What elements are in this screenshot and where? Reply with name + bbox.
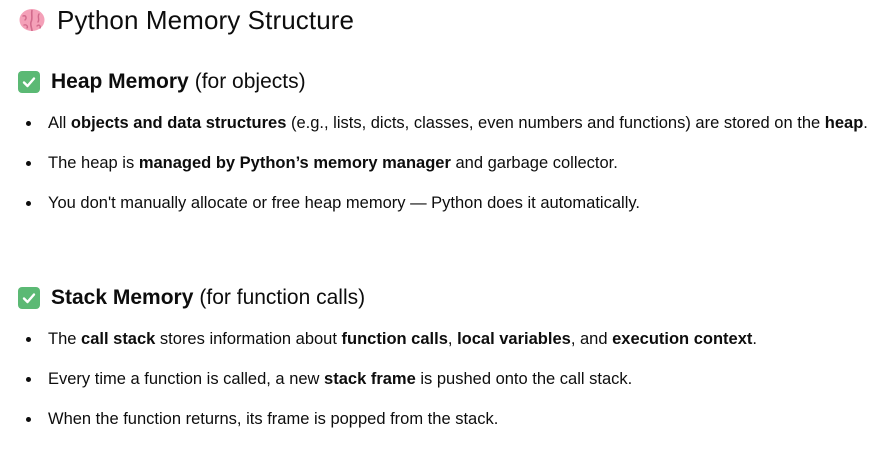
text: (e.g., lists, dicts, classes, even numbe… <box>286 114 825 132</box>
page-title-text: Python Memory Structure <box>57 4 355 35</box>
text: , and <box>570 330 613 348</box>
section-heading-rest: (for objects) <box>194 70 306 93</box>
text: and garbage collector. <box>450 154 618 172</box>
bold-text: stack frame <box>324 370 416 388</box>
page-title: Python Memory Structure <box>18 2 354 38</box>
bold-text: objects and data structures <box>70 114 287 132</box>
brain-icon <box>19 9 45 32</box>
bold-text: function calls <box>341 330 448 348</box>
section-heading-bold: Stack Memory <box>51 286 194 309</box>
list-item: All objects and data structures (e.g., l… <box>0 108 893 139</box>
text: , <box>447 330 458 348</box>
list-item: When the function returns, its frame is … <box>0 404 893 435</box>
text: The <box>48 330 82 348</box>
document: Python Memory Structure Heap Memory (for… <box>0 0 893 452</box>
section-heading-stack: Stack Memory (for function calls) <box>18 283 365 313</box>
text: Every time a function is called, a new <box>48 370 325 388</box>
list-item: The heap is managed by Python’s memory m… <box>0 148 893 179</box>
text: When the function returns, its frame is … <box>48 410 499 428</box>
check-mark-button-icon <box>18 71 40 93</box>
text: . <box>863 114 868 132</box>
text: is pushed onto the call stack. <box>415 370 633 388</box>
bold-text: call stack <box>81 330 156 348</box>
check-mark-button-icon <box>18 287 40 309</box>
list-item: The call stack stores information about … <box>0 324 893 355</box>
text: The heap is <box>48 154 139 172</box>
text: . <box>752 330 757 348</box>
text: You don't manually allocate or free heap… <box>48 194 640 212</box>
bold-text: execution context <box>612 330 753 348</box>
section-heading-heap: Heap Memory (for objects) <box>18 67 306 97</box>
heap-bullet-list: All objects and data structures (e.g., l… <box>0 108 893 219</box>
section-heading-bold: Heap Memory <box>51 70 189 93</box>
bold-text: managed by Python’s memory manager <box>138 154 451 172</box>
stack-bullet-list: The call stack stores information about … <box>0 324 893 435</box>
section-heading-rest: (for function calls) <box>199 286 366 309</box>
bold-text: local variables <box>457 330 571 348</box>
list-item: Every time a function is called, a new s… <box>0 364 893 395</box>
text: stores information about <box>155 330 342 348</box>
list-item: You don't manually allocate or free heap… <box>0 188 893 219</box>
bold-text: heap <box>824 114 864 132</box>
text: All <box>48 114 71 132</box>
